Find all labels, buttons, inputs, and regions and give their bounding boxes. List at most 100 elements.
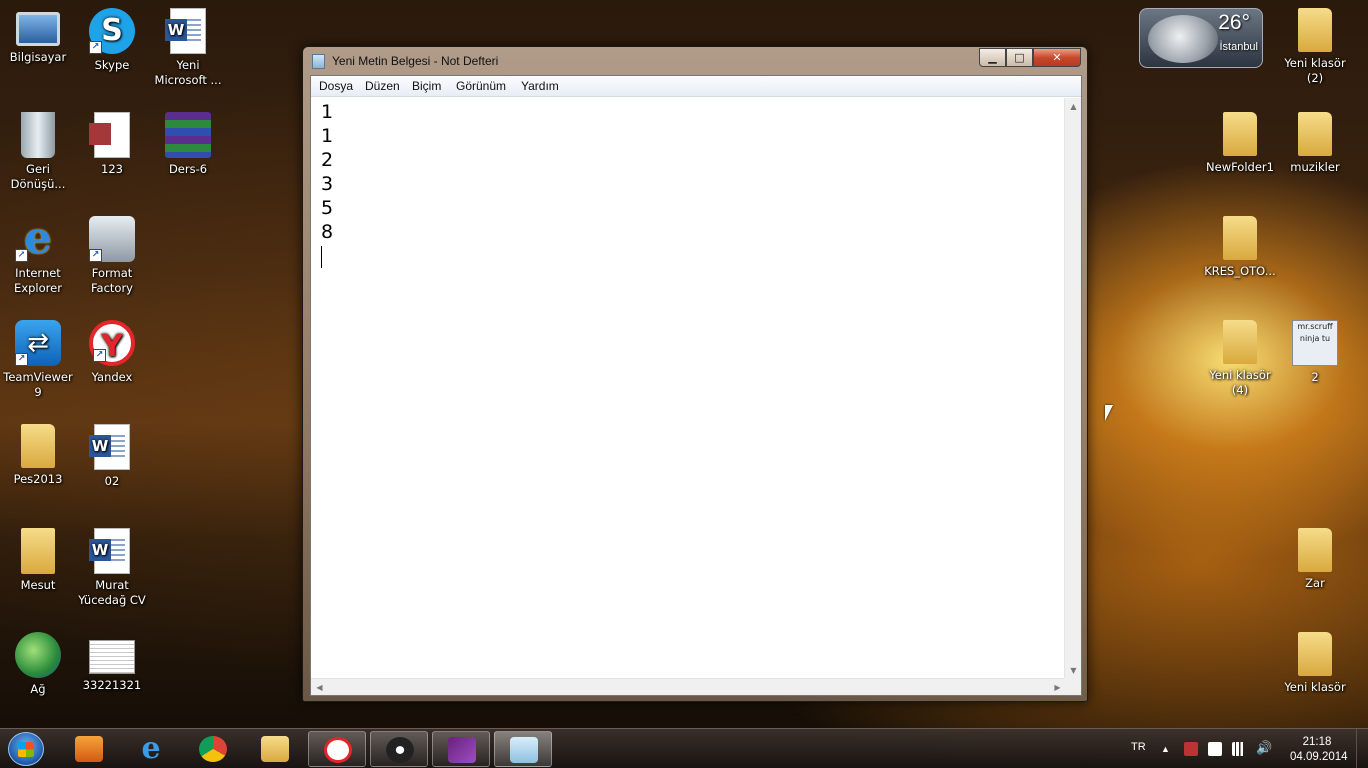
- obs-icon: [386, 737, 414, 763]
- minimize-icon: ▁: [988, 51, 997, 64]
- notepad-client: Dosya Düzen Biçim Görünüm Yardım 1 1 2 3…: [310, 75, 1082, 696]
- menu-dosya[interactable]: Dosya: [319, 79, 353, 93]
- desktop-icon-cv[interactable]: Murat Yücedağ CV: [74, 528, 150, 608]
- taskbar-notepad[interactable]: [494, 731, 552, 767]
- show-hidden-icons-icon[interactable]: ▲: [1161, 729, 1170, 768]
- recycle-bin-icon: [21, 112, 55, 158]
- desktop-icon-2[interactable]: mr.scruff ninja tu 2: [1277, 320, 1353, 385]
- media-player-icon: [75, 736, 103, 762]
- desktop-icon-yeni-klasor-4[interactable]: Yeni klasör (4): [1202, 320, 1278, 398]
- text-line: 2: [321, 149, 334, 171]
- taskbar-visual-studio[interactable]: [432, 731, 490, 767]
- resize-grip[interactable]: [1064, 678, 1081, 695]
- text-line: 3: [321, 173, 334, 195]
- minimize-button[interactable]: ▁: [979, 48, 1006, 67]
- menu-yardim[interactable]: Yardım: [521, 79, 559, 93]
- mouse-cursor-icon: [1105, 405, 1113, 421]
- folder-icon: [1298, 8, 1332, 52]
- desktop-icon-yandex[interactable]: Y ↗ Yandex: [74, 320, 150, 385]
- scroll-left-icon[interactable]: ◀: [311, 679, 328, 696]
- access-database-icon: [89, 112, 130, 158]
- desktop-icon-pes2013[interactable]: Pes2013: [0, 424, 76, 487]
- notepad-icon: [312, 54, 325, 69]
- folder-icon: [1298, 528, 1332, 572]
- desktop-icon-33221321[interactable]: 33221321: [74, 632, 150, 693]
- desktop-icon-recycle-bin[interactable]: Geri Dönüşü...: [0, 112, 76, 192]
- desktop-icon-computer[interactable]: Bilgisayar: [0, 8, 76, 65]
- desktop-icon-muzikler[interactable]: muzikler: [1277, 112, 1353, 175]
- clock-date: 04.09.2014: [1290, 751, 1348, 763]
- desktop-icon-teamviewer[interactable]: ⇄ ↗ TeamViewer 9: [0, 320, 76, 400]
- desktop-icon-yeni-klasor[interactable]: Yeni klasör: [1277, 632, 1353, 695]
- yandex-icon: Y ↗: [89, 320, 135, 366]
- antivirus-icon[interactable]: [1184, 742, 1198, 756]
- text-line: 1: [321, 125, 334, 147]
- folder-icon: [1298, 632, 1332, 676]
- network-icon: [15, 632, 61, 678]
- scroll-up-icon[interactable]: ▲: [1065, 98, 1082, 115]
- folder-icon: [1298, 112, 1332, 156]
- menu-bicim[interactable]: Biçim: [412, 79, 441, 93]
- vertical-scrollbar[interactable]: ▲ ▼: [1064, 98, 1081, 679]
- internet-explorer-icon: e: [141, 731, 161, 766]
- desktop-icon-02[interactable]: 02: [74, 424, 150, 489]
- text-line: 1: [321, 101, 334, 123]
- text-caret: [321, 246, 322, 268]
- word-document-icon: [165, 8, 206, 54]
- word-document-icon: [89, 528, 130, 574]
- computer-icon: [16, 12, 60, 46]
- video-file-icon: mr.scruff ninja tu: [1292, 320, 1338, 366]
- folder-icon: [21, 424, 55, 468]
- desktop-icon-mesut[interactable]: Mesut: [0, 528, 76, 593]
- maximize-button[interactable]: □: [1006, 48, 1033, 67]
- notepad-icon: [510, 737, 538, 763]
- desktop-icon-format-factory[interactable]: ↗ Format Factory: [74, 216, 150, 296]
- desktop-icon-internet-explorer[interactable]: e ↗ Internet Explorer: [0, 216, 76, 296]
- close-icon: ✕: [1052, 51, 1062, 64]
- taskbar-explorer[interactable]: [246, 731, 304, 767]
- text-line: 8: [321, 221, 334, 243]
- desktop-icon-ders-6[interactable]: Ders-6: [150, 112, 226, 177]
- horizontal-scrollbar[interactable]: ◀ ▶: [311, 678, 1066, 695]
- taskbar-chrome[interactable]: [184, 731, 242, 767]
- word-document-icon: [89, 424, 130, 470]
- close-button[interactable]: ✕: [1033, 48, 1081, 67]
- taskbar-clock[interactable]: 21:18 04.09.2014: [1290, 735, 1348, 765]
- folder-icon: [1223, 112, 1257, 156]
- taskbar-internet-explorer[interactable]: e: [122, 731, 180, 767]
- maximize-icon: □: [1014, 51, 1025, 64]
- folder-icon: [1223, 320, 1257, 364]
- winrar-archive-icon: [165, 112, 211, 158]
- desktop-icon-word-doc[interactable]: Yeni Microsoft ...: [150, 8, 226, 88]
- taskbar-media-player[interactable]: [60, 731, 118, 767]
- start-button[interactable]: [8, 732, 44, 766]
- scroll-down-icon[interactable]: ▼: [1065, 662, 1082, 679]
- desktop-icon-123[interactable]: 123: [74, 112, 150, 177]
- desktop-icon-network[interactable]: Ağ: [0, 632, 76, 697]
- text-editor[interactable]: 1 1 2 3 5 8: [311, 98, 1066, 679]
- desktop-icon-zar[interactable]: Zar: [1277, 528, 1353, 591]
- menu-gorunum[interactable]: Görünüm: [456, 79, 506, 93]
- desktop-icon-skype[interactable]: S ↗ Skype: [74, 8, 150, 73]
- volume-icon[interactable]: 🔊: [1256, 742, 1272, 756]
- action-center-flag-icon[interactable]: [1208, 742, 1222, 756]
- signal-icon[interactable]: [1232, 742, 1246, 756]
- weather-gadget[interactable]: 26° İstanbul: [1139, 8, 1263, 68]
- desktop-icon-yeni-klasor-2[interactable]: Yeni klasör (2): [1277, 8, 1353, 86]
- menu-duzen[interactable]: Düzen: [365, 79, 400, 93]
- notepad-window[interactable]: Yeni Metin Belgesi - Not Defteri ▁ □ ✕ D…: [302, 46, 1088, 702]
- taskbar-yandex[interactable]: [308, 731, 366, 767]
- taskbar-obs[interactable]: [370, 731, 428, 767]
- format-factory-icon: ↗: [89, 216, 135, 262]
- window-titlebar[interactable]: Yeni Metin Belgesi - Not Defteri ▁ □ ✕: [303, 47, 1087, 75]
- window-title: Yeni Metin Belgesi - Not Defteri: [332, 54, 499, 68]
- yandex-icon: [324, 737, 352, 763]
- desktop-icon-kres-oto[interactable]: KRES_OTO...: [1202, 216, 1278, 279]
- text-line: 5: [321, 197, 334, 219]
- image-file-icon: [89, 640, 135, 674]
- language-indicator[interactable]: TR: [1131, 729, 1146, 768]
- show-desktop-button[interactable]: [1356, 729, 1368, 768]
- internet-explorer-icon: e ↗: [15, 216, 61, 262]
- chrome-icon: [199, 736, 227, 762]
- desktop-icon-newfolder1[interactable]: NewFolder1: [1202, 112, 1278, 175]
